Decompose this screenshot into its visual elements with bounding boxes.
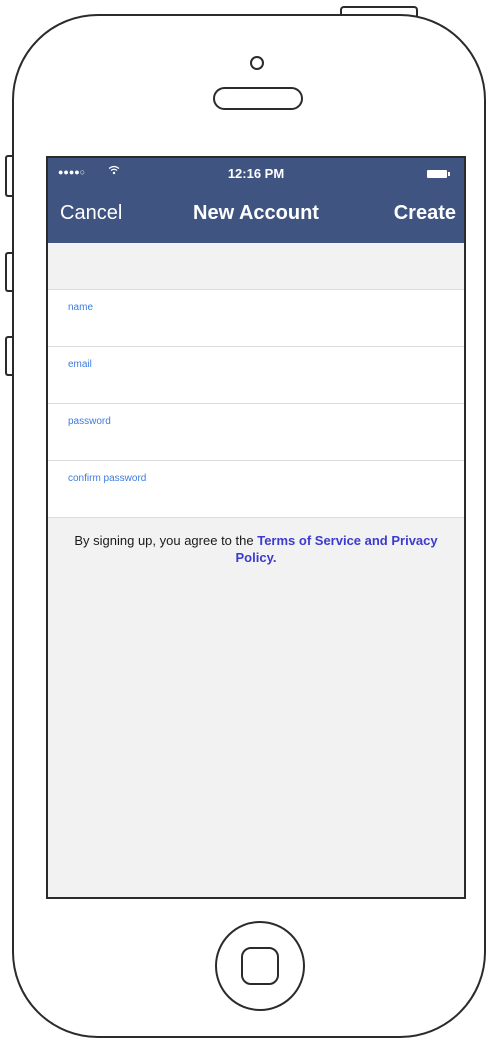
- camera-icon: [250, 56, 264, 70]
- email-field[interactable]: email: [48, 347, 464, 404]
- battery-icon: [427, 170, 450, 178]
- confirm-password-label: confirm password: [68, 473, 147, 484]
- terms-link[interactable]: Terms of Service and Privacy Policy: [236, 533, 438, 565]
- navigation-bar: ●●●●○ 12:16 PM Cancel New Account Create: [48, 158, 464, 243]
- password-input[interactable]: [68, 432, 438, 452]
- email-label: email: [68, 359, 92, 370]
- password-field[interactable]: password: [48, 404, 464, 461]
- create-button[interactable]: Create: [394, 202, 456, 225]
- terms-prefix: By signing up, you agree to the: [74, 533, 258, 548]
- status-bar: ●●●●○ 12:16 PM: [48, 158, 464, 188]
- status-time: 12:16 PM: [227, 166, 285, 181]
- terms-notice: By signing up, you agree to the Terms of…: [56, 532, 456, 566]
- name-input[interactable]: [68, 318, 438, 338]
- email-input[interactable]: [68, 375, 438, 395]
- confirm-password-input[interactable]: [68, 489, 438, 509]
- app-screen: ●●●●○ 12:16 PM Cancel New Account Create…: [46, 156, 466, 899]
- home-square-icon: [241, 947, 279, 985]
- terms-suffix: .: [272, 550, 277, 565]
- password-label: password: [68, 416, 111, 427]
- home-button[interactable]: [215, 921, 305, 1011]
- name-label: name: [68, 302, 94, 313]
- phone-mockup: ●●●●○ 12:16 PM Cancel New Account Create…: [0, 0, 494, 1043]
- name-field[interactable]: name: [48, 290, 464, 347]
- confirm-password-field[interactable]: confirm password: [48, 461, 464, 518]
- signup-form: name email password confirm password: [48, 289, 464, 518]
- speaker-grille: [213, 87, 303, 110]
